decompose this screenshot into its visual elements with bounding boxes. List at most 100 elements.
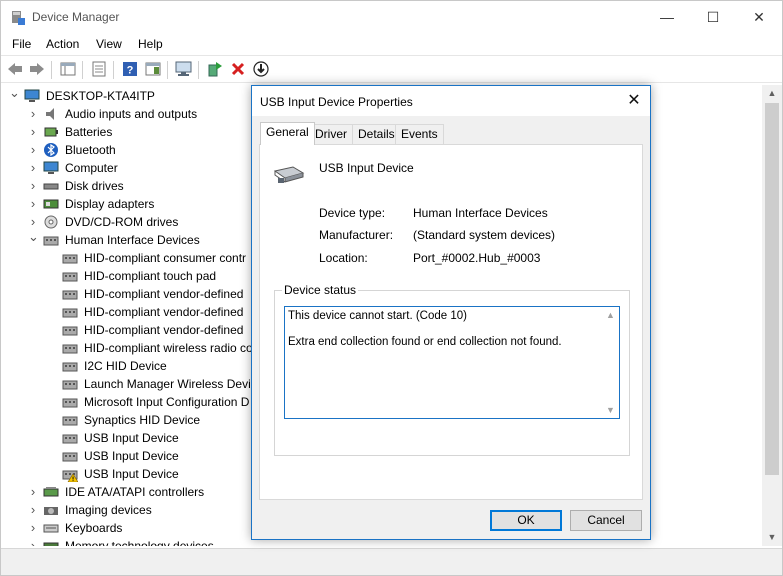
toolbar: ?	[1, 55, 782, 83]
memory-icon	[43, 538, 59, 546]
tree-item-label: HID-compliant vendor-defined	[84, 323, 244, 337]
tab-driver[interactable]: Driver	[309, 124, 353, 144]
device-status-legend: Device status	[282, 283, 359, 297]
display-adapter-icon	[43, 196, 59, 212]
menu-action[interactable]: Action	[46, 37, 79, 51]
scan-hardware-icon[interactable]	[175, 60, 193, 78]
menu-help[interactable]: Help	[138, 37, 163, 51]
expand-chevron-icon[interactable]: ›	[28, 159, 38, 177]
dialog-close-icon[interactable]: ✕	[622, 90, 646, 112]
action-pane-icon[interactable]	[144, 60, 162, 78]
expand-chevron-icon[interactable]: ›	[28, 195, 38, 213]
hid-icon	[62, 358, 78, 374]
device-status-textbox[interactable]: This device cannot start. (Code 10) Extr…	[284, 306, 620, 419]
menu-view[interactable]: View	[96, 37, 122, 51]
scroll-thumb[interactable]	[765, 103, 779, 475]
collapse-chevron-icon[interactable]: ⌄	[28, 230, 39, 249]
expand-chevron-icon[interactable]: ›	[28, 483, 38, 501]
tree-item-label: USB Input Device	[84, 449, 179, 463]
menu-bar: File Action View Help	[1, 34, 782, 54]
device-status-group: Device status This device cannot start. …	[274, 283, 630, 456]
tree-item-label: Audio inputs and outputs	[65, 107, 198, 121]
expand-chevron-icon[interactable]: ›	[28, 519, 38, 537]
tree-item-label: HID-compliant vendor-defined	[84, 287, 244, 301]
title-bar[interactable]: Device Manager — ☐ ✕	[1, 1, 782, 34]
disable-device-icon[interactable]	[252, 60, 270, 78]
tab-general[interactable]: General	[260, 122, 315, 145]
expand-chevron-icon[interactable]: ›	[28, 177, 38, 195]
scroll-down-icon[interactable]: ▼	[762, 529, 782, 546]
maximize-button[interactable]: ☐	[690, 1, 736, 33]
tree-item-label: DESKTOP-KTA4ITP	[46, 89, 155, 103]
tree-item-label: IDE ATA/ATAPI controllers	[65, 485, 205, 499]
tree-item-label: HID-compliant consumer contr	[84, 251, 247, 265]
maximize-icon: ☐	[706, 8, 720, 25]
location-label: Location:	[319, 251, 368, 265]
hid-icon	[62, 268, 78, 284]
tree-item-label: Synaptics HID Device	[84, 413, 201, 427]
device-warning-icon	[62, 466, 79, 483]
ok-button[interactable]: OK	[490, 510, 562, 531]
tab-details[interactable]: Details	[352, 124, 401, 144]
manufacturer-label: Manufacturer:	[319, 228, 394, 242]
status-scrollbar[interactable]: ▲ ▼	[603, 307, 619, 418]
update-driver-icon[interactable]	[206, 60, 224, 78]
toolbar-separator	[113, 61, 114, 79]
tree-item-label: Disk drives	[65, 179, 124, 193]
expand-chevron-icon[interactable]: ›	[28, 105, 38, 123]
forward-arrow-icon[interactable]	[28, 60, 46, 78]
show-hide-console-tree-icon[interactable]	[59, 60, 77, 78]
status-line-detail: Extra end collection found or end collec…	[288, 336, 562, 348]
status-bar	[1, 548, 782, 575]
toolbar-separator	[167, 61, 168, 79]
hid-icon	[62, 412, 78, 428]
tree-item-label: HID-compliant vendor-defined	[84, 305, 244, 319]
collapse-chevron-icon[interactable]: ⌄	[9, 86, 20, 105]
device-manager-app-icon	[10, 10, 26, 26]
camera-icon	[43, 502, 59, 518]
expand-chevron-icon[interactable]: ›	[28, 141, 38, 159]
dialog-title: USB Input Device Properties	[260, 95, 413, 109]
status-line-code: This device cannot start. (Code 10)	[288, 310, 467, 322]
hid-icon	[62, 304, 78, 320]
tree-item-label: HID-compliant wireless radio co	[84, 341, 253, 355]
minimize-button[interactable]: —	[644, 1, 690, 33]
scroll-up-icon[interactable]: ▲	[762, 85, 782, 102]
toolbar-separator	[51, 61, 52, 79]
hid-icon	[62, 286, 78, 302]
status-scroll-down-icon[interactable]: ▼	[606, 405, 615, 415]
hid-icon	[62, 250, 78, 266]
properties-dialog: USB Input Device Properties ✕ General Dr…	[251, 85, 651, 540]
help-icon[interactable]: ?	[121, 60, 139, 78]
tab-events[interactable]: Events	[395, 124, 444, 144]
hid-icon	[62, 340, 78, 356]
cancel-button[interactable]: Cancel	[570, 510, 642, 531]
expand-chevron-icon[interactable]: ›	[28, 501, 38, 519]
dialog-title-bar[interactable]: USB Input Device Properties ✕	[252, 86, 650, 116]
hid-icon	[62, 322, 78, 338]
menu-file[interactable]: File	[12, 37, 31, 51]
expand-chevron-icon[interactable]: ›	[28, 123, 38, 141]
hid-icon	[43, 232, 59, 248]
vertical-scrollbar[interactable]: ▲ ▼	[762, 85, 782, 546]
toolbar-separator	[198, 61, 199, 79]
properties-icon[interactable]	[90, 60, 108, 78]
hid-icon	[62, 448, 78, 464]
tree-item-label: Imaging devices	[65, 503, 152, 517]
tree-item-label: I2C HID Device	[84, 359, 167, 373]
tree-item-label: Launch Manager Wireless Devic	[84, 377, 257, 391]
hid-icon	[62, 430, 78, 446]
expand-chevron-icon[interactable]: ›	[28, 537, 38, 546]
tree-item-label: Memory technology devices	[65, 539, 214, 546]
minimize-icon: —	[660, 9, 674, 25]
usb-device-icon	[273, 163, 305, 188]
device-name: USB Input Device	[319, 161, 414, 175]
window-title: Device Manager	[32, 10, 120, 24]
speaker-icon	[43, 106, 59, 122]
bluetooth-icon	[43, 142, 59, 158]
uninstall-device-icon[interactable]	[229, 60, 247, 78]
back-arrow-icon[interactable]	[6, 60, 24, 78]
close-button[interactable]: ✕	[736, 1, 782, 33]
hid-icon	[62, 394, 78, 410]
status-scroll-up-icon[interactable]: ▲	[606, 310, 615, 320]
